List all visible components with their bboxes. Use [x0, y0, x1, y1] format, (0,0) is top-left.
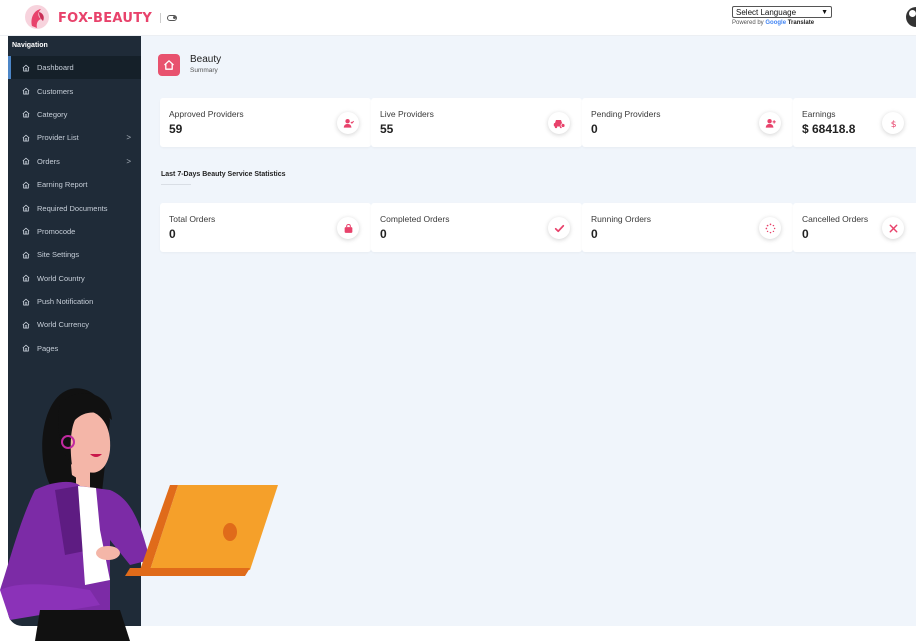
sidebar-item-push-notification[interactable]: Push Notification: [8, 290, 141, 313]
sidebar-item-pages[interactable]: Pages: [8, 337, 141, 360]
card-label: Running Orders: [591, 214, 652, 224]
chevron-down-icon: ▼: [821, 8, 828, 16]
home-icon: [158, 54, 180, 76]
divider: [161, 184, 191, 185]
google-text: Google: [765, 20, 787, 26]
sidebar-item-label: World Currency: [37, 320, 89, 330]
sidebar-item-label: Earning Report: [37, 180, 88, 190]
sidebar-item-world-currency[interactable]: World Currency: [8, 313, 141, 336]
page-subtitle: Summary: [190, 67, 218, 74]
language-select[interactable]: Select Language ▼: [732, 6, 832, 18]
card-value: 0: [591, 227, 598, 241]
sidebar-item-earning-report[interactable]: Earning Report: [8, 173, 141, 196]
brand-logo[interactable]: FOX-BEAUTY: [24, 4, 178, 32]
woman-with-laptop-illustration: [0, 388, 278, 641]
card-value: 0: [380, 227, 387, 241]
language-select-value: Select Language: [736, 7, 797, 17]
home-icon: [22, 181, 30, 189]
stat-card-live-providers: Live Providers 55: [371, 98, 582, 147]
shopping-bag-icon: [337, 217, 359, 239]
home-icon: [22, 157, 30, 165]
check-icon: [548, 217, 570, 239]
sidebar-item-dashboard[interactable]: Dashboard: [8, 56, 141, 80]
sidebar-item-site-settings[interactable]: Site Settings: [8, 243, 141, 266]
chevron-right-icon: >: [126, 133, 131, 143]
sidebar-item-provider-list[interactable]: Provider List >: [8, 126, 141, 149]
card-value: 59: [169, 122, 183, 136]
home-icon: [22, 298, 30, 306]
sidebar-item-label: Provider List: [37, 133, 79, 143]
sidebar-item-customers[interactable]: Customers: [8, 79, 141, 102]
chevron-right-icon: >: [126, 156, 131, 166]
sidebar-item-label: Dashboard: [37, 63, 74, 73]
user-check-icon: [337, 112, 359, 134]
card-label: Approved Providers: [169, 109, 244, 119]
car-icon: [548, 112, 570, 134]
language-widget: Select Language ▼ Powered by Google Tran…: [732, 6, 832, 26]
home-icon: [22, 251, 30, 259]
stat-card-running-orders: Running Orders 0: [582, 203, 793, 252]
home-icon: [22, 321, 30, 329]
brand-name: FOX-BEAUTY: [58, 10, 153, 26]
home-icon: [22, 87, 30, 95]
card-value: 0: [169, 227, 176, 241]
dollar-icon: $: [882, 112, 904, 134]
home-icon: [22, 227, 30, 235]
powered-by-text: Powered by: [732, 20, 764, 26]
card-label: Cancelled Orders: [802, 214, 869, 224]
sidebar-toggle-icon[interactable]: [167, 15, 178, 21]
stat-card-pending-providers: Pending Providers 0: [582, 98, 793, 147]
stat-card-completed-orders: Completed Orders 0: [371, 203, 582, 252]
divider: [160, 13, 162, 23]
sidebar-item-label: Pages: [37, 343, 59, 353]
card-label: Earnings: [802, 109, 836, 119]
home-icon: [22, 274, 30, 282]
stat-card-approved-providers: Approved Providers 59: [160, 98, 371, 147]
card-label: Live Providers: [380, 109, 434, 119]
stats-title: Last 7-Days Beauty Service Statistics: [161, 171, 286, 178]
stat-card-total-orders: Total Orders 0: [160, 203, 371, 252]
sidebar-item-label: Push Notification: [37, 297, 94, 307]
spinner-icon: [759, 217, 781, 239]
card-value: 0: [802, 227, 809, 241]
stat-card-cancelled-orders: Cancelled Orders 0: [793, 203, 916, 252]
sidebar-item-label: Promocode: [37, 226, 76, 236]
page-title: Beauty: [190, 54, 222, 65]
sidebar-item-orders[interactable]: Orders >: [8, 150, 141, 173]
home-icon: [22, 110, 30, 118]
card-label: Completed Orders: [380, 214, 450, 224]
svg-text:$: $: [890, 119, 896, 129]
user-plus-icon: [759, 112, 781, 134]
card-value: $ 68418.8: [802, 122, 856, 136]
sidebar-item-label: Required Documents: [37, 203, 108, 213]
cancel-icon: [882, 217, 904, 239]
sidebar-item-required-documents[interactable]: Required Documents: [8, 196, 141, 219]
home-icon: [22, 204, 30, 212]
card-value: 55: [380, 122, 394, 136]
translate-link[interactable]: Translate: [788, 20, 814, 26]
card-label: Total Orders: [169, 214, 216, 224]
home-icon: [22, 344, 30, 352]
sidebar-item-category[interactable]: Category: [8, 103, 141, 126]
sidebar-item-label: Category: [37, 109, 68, 119]
sidebar-item-label: World Country: [37, 273, 85, 283]
home-icon: [22, 64, 30, 72]
user-avatar[interactable]: [906, 7, 916, 27]
nav-title: Navigation: [12, 42, 48, 49]
home-icon: [22, 134, 30, 142]
sidebar-item-promocode[interactable]: Promocode: [8, 220, 141, 243]
powered-by-google: Powered by Google Translate: [732, 20, 832, 26]
top-bar: FOX-BEAUTY Select Language ▼ Powered by …: [0, 0, 916, 36]
sidebar-item-label: Orders: [37, 156, 60, 166]
stat-card-earnings: Earnings $ 68418.8 $: [793, 98, 916, 147]
card-label: Pending Providers: [591, 109, 661, 119]
nav-list: Dashboard Customers Category Provider List >…: [8, 56, 141, 360]
sidebar-item-label: Site Settings: [37, 250, 80, 260]
card-value: 0: [591, 122, 598, 136]
sidebar-item-label: Customers: [37, 86, 74, 96]
sidebar-item-world-country[interactable]: World Country: [8, 267, 141, 290]
fox-logo-icon: [25, 5, 49, 29]
